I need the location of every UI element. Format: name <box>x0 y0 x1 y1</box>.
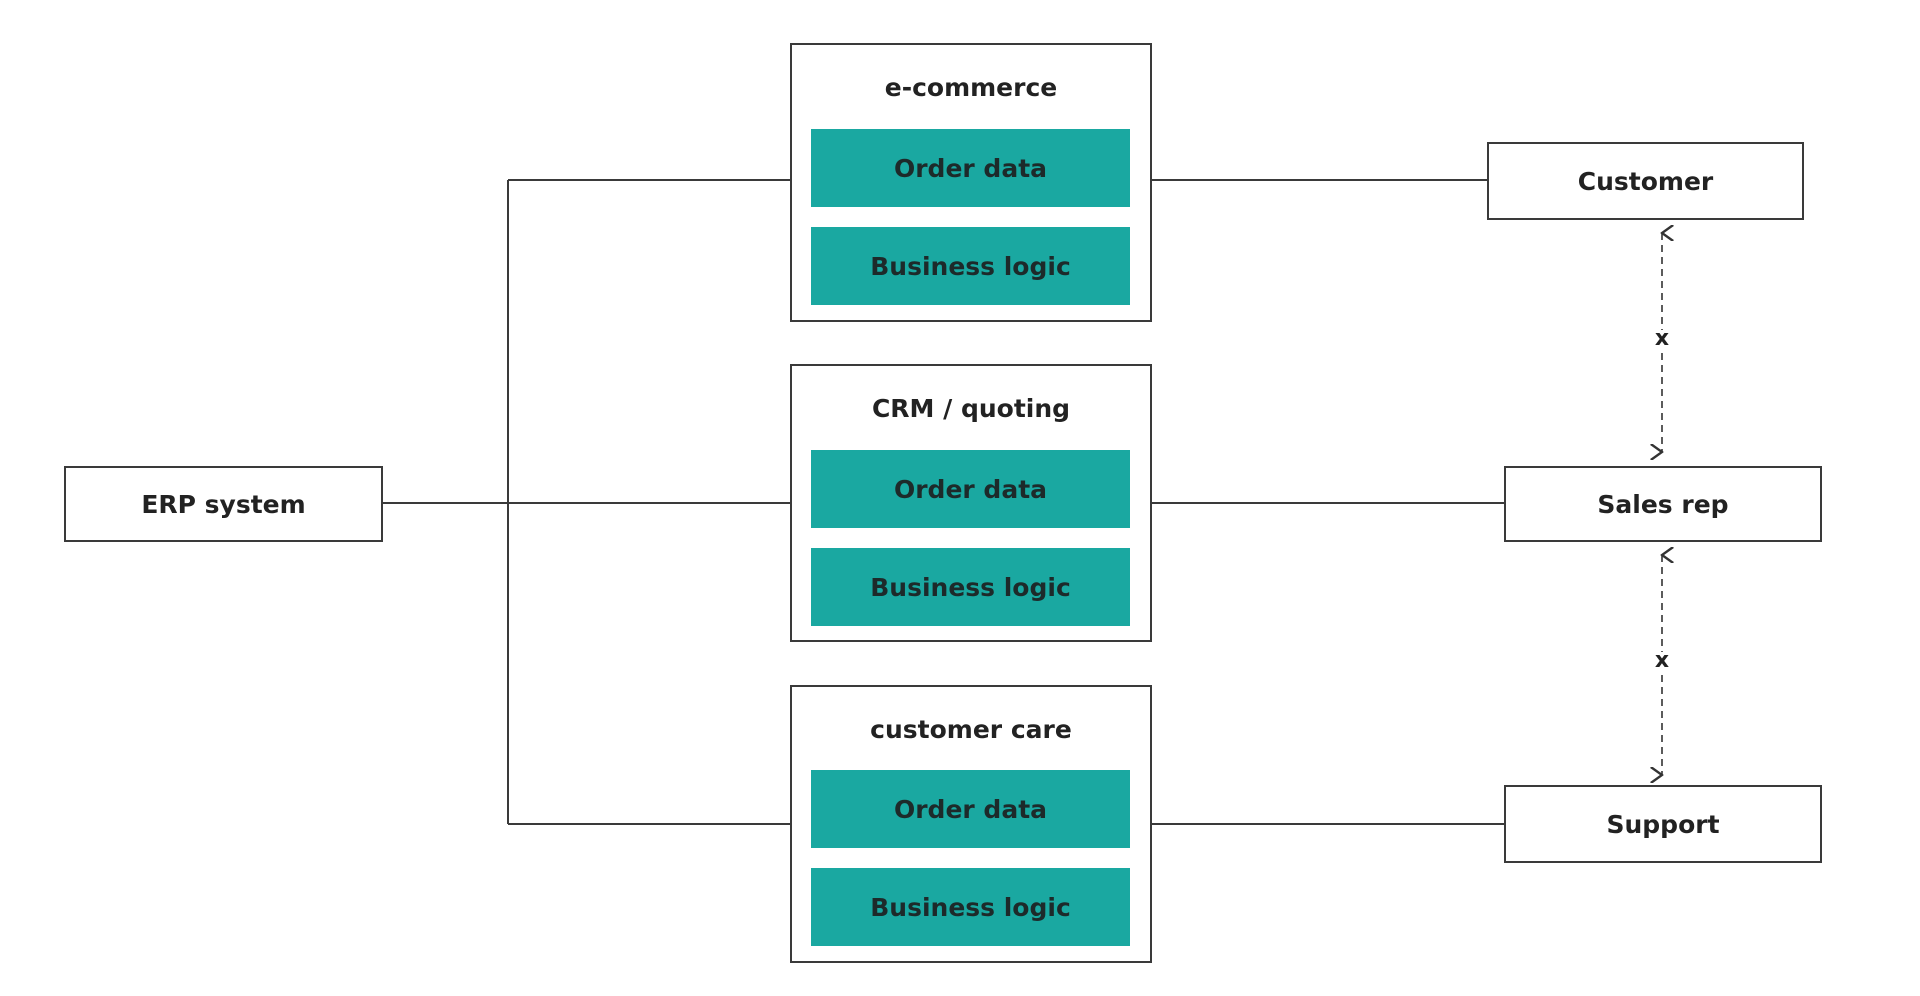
blocked-marker: x <box>1653 648 1671 673</box>
sales-rep-box: Sales rep <box>1504 466 1822 542</box>
group-title: customer care <box>870 715 1072 744</box>
business-logic-block: Business logic <box>811 227 1130 305</box>
business-logic-block: Business logic <box>811 548 1130 626</box>
sales-rep-label: Sales rep <box>1597 489 1729 519</box>
customer-care-group: customer care Order data Business logic <box>790 685 1152 963</box>
group-title: CRM / quoting <box>871 394 1071 423</box>
order-data-block: Order data <box>811 129 1130 207</box>
order-data-block: Order data <box>811 450 1130 528</box>
order-data-block: Order data <box>811 770 1130 848</box>
erp-system-box: ERP system <box>64 466 383 542</box>
support-label: Support <box>1606 809 1720 839</box>
customer-label: Customer <box>1577 166 1714 196</box>
business-logic-block: Business logic <box>811 868 1130 946</box>
ecommerce-group: e-commerce Order data Business logic <box>790 43 1152 322</box>
group-title: e-commerce <box>884 73 1058 102</box>
blocked-marker: x <box>1653 326 1671 351</box>
erp-label: ERP system <box>141 489 306 519</box>
crm-quoting-group: CRM / quoting Order data Business logic <box>790 364 1152 642</box>
customer-box: Customer <box>1487 142 1804 220</box>
support-box: Support <box>1504 785 1822 863</box>
